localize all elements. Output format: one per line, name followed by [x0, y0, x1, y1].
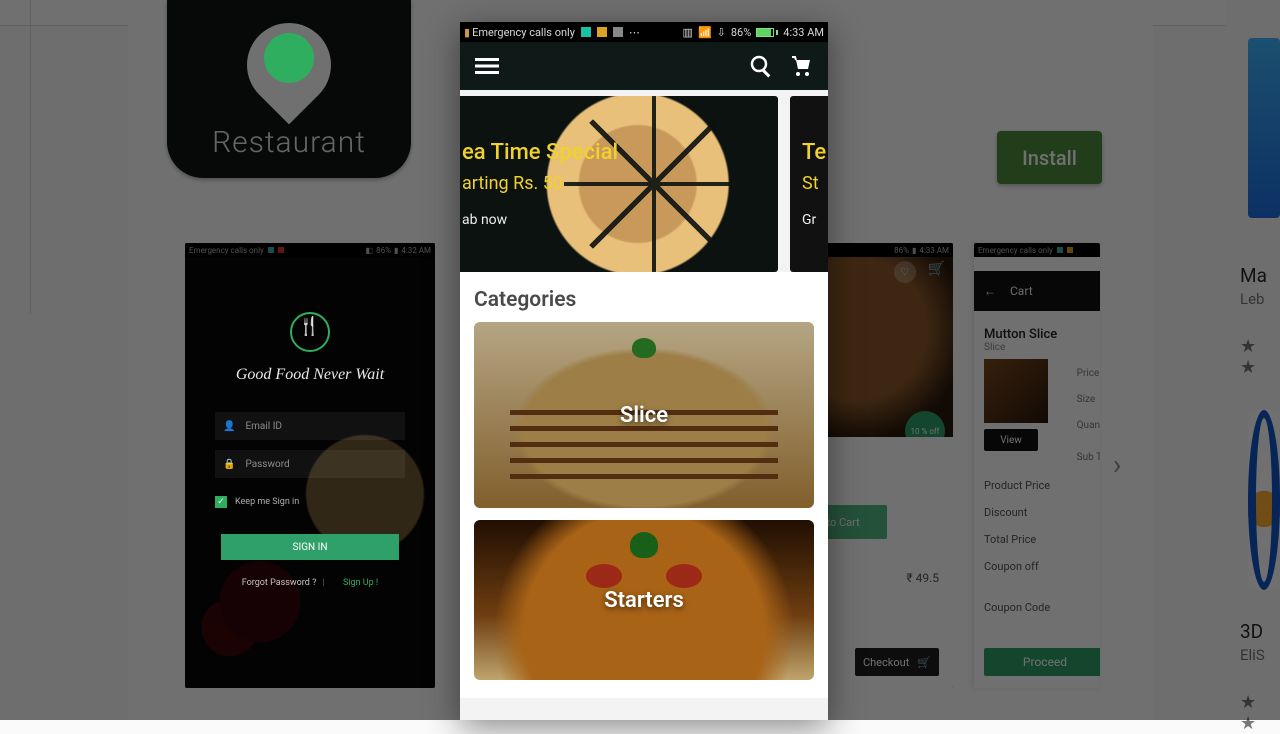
promo-subtitle: arting Rs. 50 — [462, 173, 778, 194]
promo-title: Te — [802, 140, 828, 165]
indicator-icon — [597, 27, 607, 37]
category-slice[interactable]: Slice — [474, 322, 814, 508]
section-title: Categories — [460, 272, 828, 322]
signup-link[interactable]: Sign Up ! — [343, 578, 378, 588]
category-starters[interactable]: Starters — [474, 520, 814, 680]
screenshot-lightbox: ▮ Emergency calls only ⋯ ▥ 📶 ⇩ 86% 4:33 … — [460, 22, 828, 720]
garnish-icon — [630, 532, 658, 558]
cart-icon[interactable] — [788, 53, 814, 79]
promo-subtitle: St — [802, 173, 828, 194]
battery-icon — [756, 28, 778, 37]
download-icon: ⇩ — [717, 26, 726, 39]
promo-cta: ab now — [462, 212, 778, 228]
menu-icon[interactable] — [474, 53, 500, 79]
promo-title: ea Time Special — [462, 140, 778, 165]
promo-card[interactable]: ea Time Special arting Rs. 50 ab now — [460, 96, 778, 272]
wifi-icon: 📶 — [698, 26, 712, 39]
vibrate-icon: ▥ — [683, 26, 693, 39]
category-list: Slice Starters — [460, 322, 828, 698]
plate-fork-icon — [290, 312, 330, 352]
forgot-link[interactable]: Forgot Password ? — [242, 578, 317, 588]
promo-card[interactable]: Te St Gr — [790, 96, 828, 272]
promo-cta: Gr — [802, 212, 828, 228]
clock: 4:33 AM — [783, 26, 824, 39]
indicator-icon — [581, 27, 591, 37]
checkbox-icon: ✓ — [215, 496, 227, 508]
lock-icon: 🔒 — [223, 459, 235, 470]
category-label: Starters — [604, 588, 684, 613]
signin-button[interactable]: SIGN IN — [221, 534, 399, 560]
status-bar: ▮ Emergency calls only ⋯ ▥ 📶 ⇩ 86% 4:33 … — [460, 22, 828, 42]
tagline: Good Food Never Wait — [236, 366, 384, 384]
battery-pct: 86% — [731, 26, 751, 39]
garnish-icon — [632, 338, 656, 358]
more-icon: ⋯ — [629, 26, 641, 39]
status-left: Emergency calls only — [472, 26, 575, 39]
promo-carousel[interactable]: ea Time Special arting Rs. 50 ab now Te … — [460, 90, 828, 272]
email-field[interactable]: 👤 Email ID — [215, 412, 405, 440]
password-placeholder: Password — [245, 459, 289, 470]
keep-label: Keep me Sign in — [235, 497, 299, 507]
category-label: Slice — [620, 403, 668, 428]
auth-links: Forgot Password ? | Sign Up ! — [242, 578, 379, 588]
password-field[interactable]: 🔒 Password — [215, 450, 405, 478]
sim-icon: ▮ — [464, 26, 470, 39]
garnish-icon — [586, 564, 622, 588]
garnish-icon — [666, 564, 702, 588]
email-placeholder: Email ID — [245, 421, 282, 432]
person-icon: 👤 — [223, 421, 235, 432]
keep-signed-in[interactable]: ✓ Keep me Sign in — [215, 496, 299, 508]
indicator-icon — [613, 27, 623, 37]
app-bar — [460, 42, 828, 90]
search-icon[interactable] — [748, 53, 774, 79]
